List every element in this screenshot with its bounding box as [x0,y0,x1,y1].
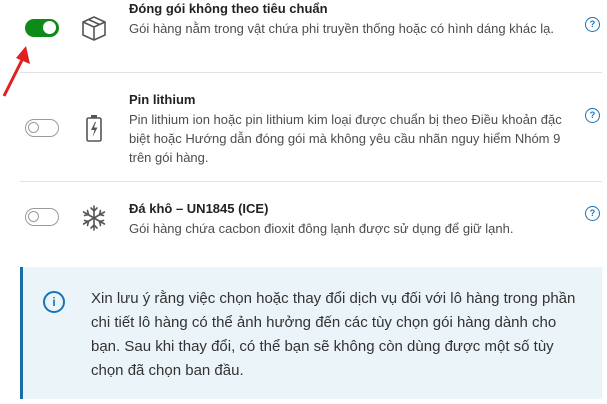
option-description: Gói hàng nằm trong vật chứa phi truyền t… [129,21,554,36]
annotation-arrow [2,46,30,97]
nonstandard-packaging-toggle[interactable] [25,19,59,37]
option-description: Gói hàng chứa cacbon đioxit đông lạnh đư… [129,221,514,236]
toggle-knob [43,21,56,34]
toggle-knob [28,122,39,133]
box-icon [82,16,106,41]
lithium-battery-toggle[interactable] [25,119,59,137]
info-icon: i [43,291,65,313]
battery-icon [86,115,102,142]
toggle-knob [28,211,39,222]
divider [20,181,602,182]
help-icon[interactable]: ? [585,17,600,32]
divider [20,72,602,73]
help-icon[interactable]: ? [585,206,600,221]
dry-ice-toggle[interactable] [25,208,59,226]
help-icon[interactable]: ? [585,108,600,123]
option-description: Pin lithium ion hoặc pin lithium kim loạ… [129,112,562,165]
info-note: i Xin lưu ý rằng việc chọn hoặc thay đổi… [20,267,602,399]
option-title: Đóng gói không theo tiêu chuẩn [129,1,328,16]
option-title: Đá khô – UN1845 (ICE) [129,201,269,216]
info-note-text: Xin lưu ý rằng việc chọn hoặc thay đổi d… [91,290,576,379]
option-title: Pin lithium [129,92,196,107]
snowflake-icon [82,205,106,231]
